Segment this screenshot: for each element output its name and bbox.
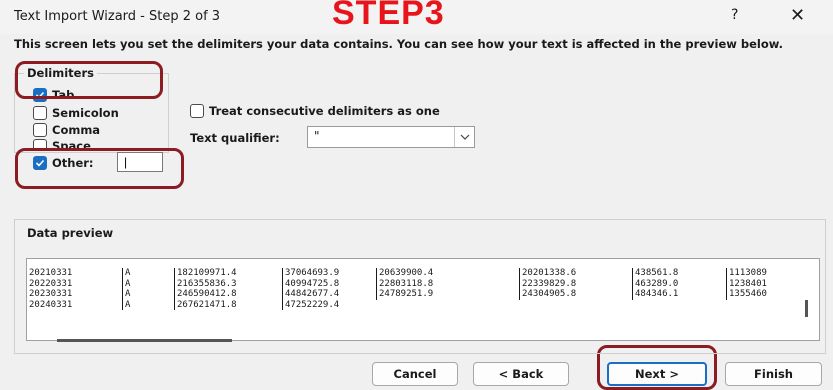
annotation-box-other (15, 148, 184, 189)
instructions-text: This screen lets you set the delimiters … (14, 38, 784, 51)
data-preview-label: Data preview (24, 226, 117, 240)
text-qualifier-label: Text qualifier: (190, 131, 280, 145)
consecutive-delimiters-checkbox[interactable]: Treat consecutive delimiters as one (190, 104, 440, 118)
semicolon-checkbox[interactable]: Semicolon (33, 106, 119, 120)
back-button[interactable]: < Back (473, 362, 569, 386)
checkbox-empty-icon (33, 106, 47, 120)
preview-column: 20201338.6 22339829.8 24304905.8 (519, 268, 576, 300)
annotation-box-delimiters (15, 61, 163, 99)
preview-column: 182109971.4 216355836.3 246590412.8 2676214… (174, 268, 237, 310)
help-button[interactable]: ? (731, 7, 738, 23)
preview-column: 1113089 1238401 1355460 (726, 268, 767, 300)
close-button[interactable]: ✕ (790, 5, 805, 26)
horizontal-scrollbar[interactable] (57, 339, 232, 342)
preview-column: 37064693.9 40994725.8 44842677.4 47252229.4 (282, 268, 339, 310)
step-annotation: STEP3 (332, 0, 445, 32)
semicolon-label: Semicolon (52, 106, 119, 120)
preview-column: AAAA (122, 268, 130, 310)
preview-column: 20639900.4 22803118.8 24789251.9 (376, 268, 433, 300)
window-title: Text Import Wizard - Step 2 of 3 (14, 9, 221, 24)
chevron-down-icon[interactable] (454, 127, 474, 147)
comma-checkbox[interactable]: Comma (33, 123, 100, 137)
consecutive-label: Treat consecutive delimiters as one (209, 104, 440, 118)
vertical-scrollbar[interactable] (805, 300, 808, 317)
preview-column: 20210331 20220331 20230331 20240331 (29, 268, 73, 310)
checkbox-empty-icon (190, 104, 204, 118)
finish-button[interactable]: Finish (725, 362, 822, 386)
comma-label: Comma (52, 123, 101, 137)
checkbox-empty-icon (33, 123, 47, 137)
data-preview-grid[interactable]: 20210331 20220331 20230331 20240331 AAAA 18… (26, 258, 820, 341)
preview-column: 438561.8 463289.0 484346.1 (632, 268, 678, 300)
text-qualifier-value: " (314, 129, 320, 143)
text-qualifier-dropdown[interactable]: " (307, 126, 475, 148)
cancel-button[interactable]: Cancel (372, 362, 458, 386)
next-button[interactable]: Next > (607, 362, 707, 386)
